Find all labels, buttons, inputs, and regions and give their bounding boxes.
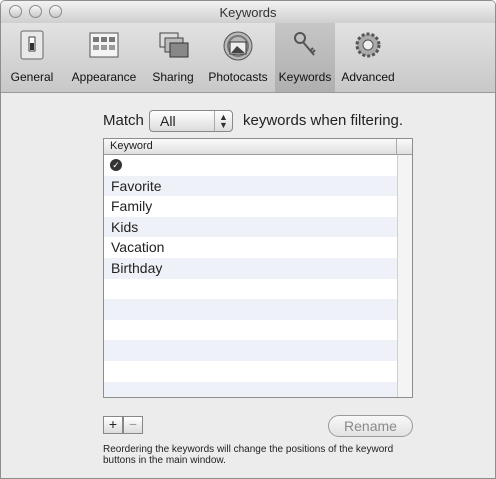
toolbar: General Appearance Sharing Photocasts Ke… bbox=[1, 23, 495, 93]
table-header[interactable]: Keyword bbox=[104, 139, 412, 155]
match-label: Match bbox=[103, 112, 144, 129]
keywords-pane: Match All ▲ ▼ keywords when filtering. Ke… bbox=[1, 93, 495, 478]
keyword-rows: ✓ Favorite Family Kids Vacation Birthday bbox=[104, 155, 399, 397]
empty-row bbox=[104, 381, 399, 397]
empty-row bbox=[104, 279, 399, 300]
match-suffix: keywords when filtering. bbox=[243, 112, 404, 129]
empty-row bbox=[104, 299, 399, 320]
empty-row bbox=[104, 340, 399, 361]
checkmark-icon: ✓ bbox=[110, 159, 122, 171]
match-popup-value: All bbox=[160, 113, 176, 129]
table-row[interactable]: Kids bbox=[104, 216, 399, 238]
table-row[interactable]: Birthday bbox=[104, 258, 399, 279]
scrollbar[interactable] bbox=[397, 155, 412, 397]
tab-advanced[interactable]: Advanced bbox=[335, 23, 401, 92]
empty-row bbox=[104, 361, 399, 382]
tab-appearance[interactable]: Appearance bbox=[63, 23, 145, 92]
keyword-column-header: Keyword bbox=[110, 140, 153, 152]
popup-arrows-icon: ▲ ▼ bbox=[214, 111, 232, 131]
tab-keywords[interactable]: Keywords bbox=[275, 23, 335, 92]
appearance-icon bbox=[89, 32, 119, 58]
tab-sharing[interactable]: Sharing bbox=[145, 23, 201, 92]
sharing-icon bbox=[159, 32, 189, 58]
empty-row bbox=[104, 320, 399, 341]
gear-icon bbox=[355, 32, 381, 58]
window-title: Keywords bbox=[219, 5, 277, 20]
remove-keyword-button[interactable]: − bbox=[123, 416, 143, 434]
key-icon bbox=[294, 32, 316, 56]
match-popup[interactable]: All ▲ ▼ bbox=[149, 110, 233, 132]
title-bar: Keywords bbox=[1, 1, 495, 23]
table-row[interactable]: ✓ bbox=[104, 155, 399, 176]
tab-photocasts[interactable]: Photocasts bbox=[201, 23, 275, 92]
table-row[interactable]: Vacation bbox=[104, 237, 399, 258]
table-row[interactable]: Favorite bbox=[104, 175, 399, 197]
photocasts-icon bbox=[223, 31, 253, 61]
table-row[interactable]: Family bbox=[104, 196, 399, 217]
keyword-table: Keyword ✓ Favorite Family Kids Vacation … bbox=[103, 138, 413, 398]
switch-icon bbox=[20, 30, 44, 60]
preferences-window: Keywords General Appearance Sharing Phot… bbox=[0, 0, 496, 479]
add-keyword-button[interactable]: + bbox=[103, 416, 123, 434]
reorder-note: Reordering the keywords will change the … bbox=[103, 444, 394, 466]
rename-button[interactable]: Rename bbox=[328, 415, 413, 437]
tab-general[interactable]: General bbox=[1, 23, 63, 92]
